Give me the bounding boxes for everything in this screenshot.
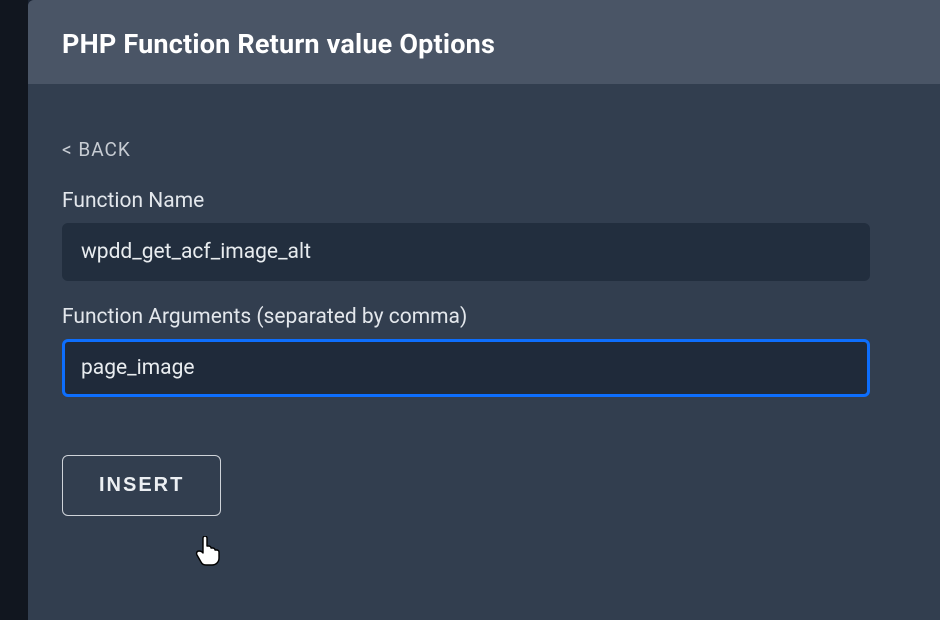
function-name-group: Function Name: [62, 189, 906, 281]
panel-body: < BACK Function Name Function Arguments …: [28, 84, 940, 516]
options-panel: PHP Function Return value Options < BACK…: [28, 0, 940, 620]
back-link[interactable]: < BACK: [62, 138, 131, 161]
function-args-label: Function Arguments (separated by comma): [62, 305, 906, 329]
function-name-input[interactable]: [62, 223, 870, 281]
panel-header: PHP Function Return value Options: [28, 0, 940, 84]
function-args-input[interactable]: [62, 339, 870, 397]
function-args-group: Function Arguments (separated by comma): [62, 305, 906, 397]
left-rail: [0, 0, 28, 620]
insert-button[interactable]: INSERT: [62, 455, 221, 516]
page-title: PHP Function Return value Options: [62, 28, 906, 60]
function-name-label: Function Name: [62, 189, 906, 213]
